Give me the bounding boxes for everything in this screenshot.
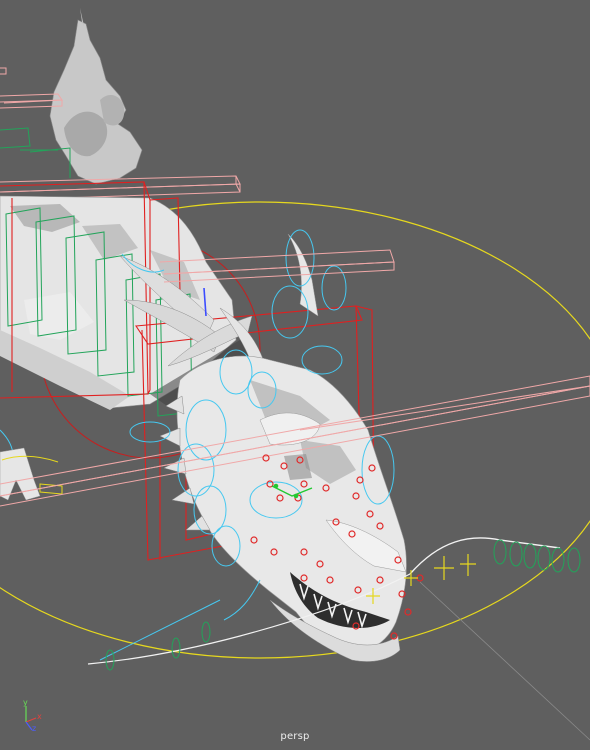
x-axis-letter: x (37, 712, 42, 721)
camera-aim-line (419, 581, 590, 741)
dragon-head (119, 233, 407, 662)
scene-canvas[interactable] (0, 0, 590, 750)
dragon-back-body (49, 8, 143, 185)
x-axis-line (25, 717, 37, 723)
whisker-curve[interactable] (409, 537, 561, 575)
maya-perspective-viewport[interactable]: y x z persp (0, 0, 590, 750)
camera-name-label: persp (280, 731, 310, 742)
y-axis-letter: y (23, 698, 28, 707)
axis-gizmo: y x z (23, 698, 42, 732)
